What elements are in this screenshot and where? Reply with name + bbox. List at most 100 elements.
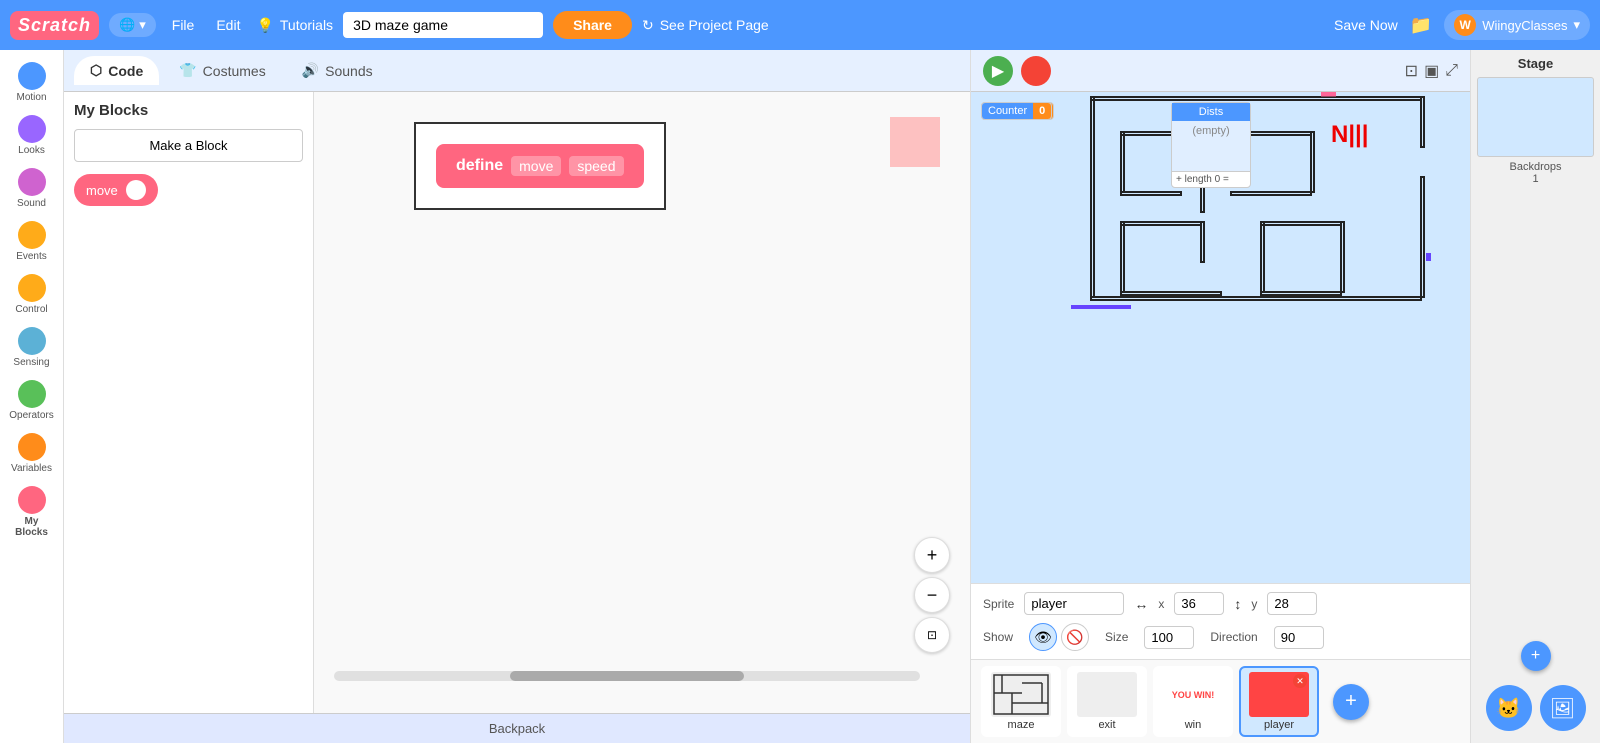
list-footer-value: 0 <box>1215 174 1221 185</box>
sidebar-item-sensing[interactable]: Sensing <box>4 323 60 372</box>
stage-fullscreen-button[interactable]: ⤢ <box>1445 61 1458 81</box>
sprite-item-player-img: ✕ <box>1249 672 1309 717</box>
file-menu[interactable]: File <box>166 13 201 37</box>
sprite-item-player[interactable]: ✕ player <box>1239 666 1319 737</box>
y-icon: ↕ <box>1234 596 1241 612</box>
sprite-item-maze[interactable]: maze <box>981 666 1061 737</box>
sidebar-item-sound[interactable]: Sound <box>4 164 60 213</box>
project-name-input[interactable] <box>343 12 543 38</box>
size-input[interactable] <box>1144 626 1194 649</box>
sound-circle <box>18 168 46 196</box>
add-backdrop-fab[interactable]: 🖼 <box>1540 685 1586 731</box>
tab-costumes[interactable]: 👕 Costumes <box>163 56 281 85</box>
blocks-panel-title: My Blocks <box>74 102 303 119</box>
stop-button[interactable] <box>1021 56 1051 86</box>
sprite-item-win[interactable]: YOU WIN! win <box>1153 666 1233 737</box>
define-block[interactable]: define move speed <box>436 144 644 188</box>
maze-decoration: N||| <box>1331 121 1368 148</box>
stage-panel: Stage Backdrops 1 + 🐱 🖼 <box>1470 50 1600 743</box>
code-tab-icon: ⬡ <box>90 62 102 79</box>
control-label: Control <box>15 304 47 315</box>
code-canvas[interactable]: define move speed + − ⊡ <box>314 92 970 713</box>
canvas-scrollbar[interactable] <box>334 671 920 681</box>
folder-button[interactable]: 📁 <box>1410 15 1432 36</box>
sprite-item-exit-img <box>1077 672 1137 717</box>
speed-arg: speed <box>569 156 623 176</box>
add-sprite-area: + <box>1333 666 1369 737</box>
sprite-list-items: maze exit YOU WIN! win <box>971 660 1470 743</box>
see-project-label: See Project Page <box>660 17 769 33</box>
tab-sounds[interactable]: 🔊 Sounds <box>286 56 389 85</box>
sidebar-item-events[interactable]: Events <box>4 217 60 266</box>
sidebar-item-operators[interactable]: Operators <box>4 376 60 425</box>
add-sprite-button[interactable]: + <box>1333 684 1369 720</box>
user-chevron: ▾ <box>1573 17 1580 33</box>
edit-menu[interactable]: Edit <box>210 13 246 37</box>
stage-area: ▶ ⊡ ▣ ⤢ <box>970 50 1470 743</box>
show-visible-button[interactable]: 👁 <box>1029 623 1057 651</box>
sprite-item-maze-img <box>991 672 1051 717</box>
x-icon: ↔ <box>1134 596 1148 612</box>
my-blocks-circle <box>18 486 46 514</box>
backpack-label: Backpack <box>489 721 545 736</box>
stage-medium-button[interactable]: ▣ <box>1424 61 1439 81</box>
custom-block-move[interactable]: move <box>74 174 158 206</box>
monitor-counter-name: Counter <box>982 103 1033 119</box>
sidebar-item-control[interactable]: Control <box>4 270 60 319</box>
size-label: Size <box>1105 630 1128 644</box>
sprite-label: Sprite <box>983 597 1014 611</box>
define-block-container: define move speed <box>414 122 666 210</box>
user-name: WiingyClasses <box>1482 18 1567 33</box>
scratch-logo[interactable]: Scratch <box>10 11 99 40</box>
sprite-delete-button[interactable]: ✕ <box>1293 674 1307 688</box>
green-flag-button[interactable]: ▶ <box>983 56 1013 86</box>
define-label: define <box>456 157 503 175</box>
show-hidden-button[interactable]: 🚫 <box>1061 623 1089 651</box>
tutorials-icon: 💡 <box>256 17 273 34</box>
save-now-button[interactable]: Save Now <box>1334 17 1398 33</box>
add-sprite-fab[interactable]: 🐱 <box>1486 685 1532 731</box>
sounds-tab-label: Sounds <box>325 63 372 79</box>
backdrops-info: Backdrops 1 <box>1477 161 1594 185</box>
stage-small-button[interactable]: ⊡ <box>1405 61 1418 81</box>
content-area: My Blocks Make a Block move define move … <box>64 92 970 713</box>
see-project-button[interactable]: ↻ See Project Page <box>642 17 769 34</box>
sprite-item-player-name: player <box>1245 719 1313 731</box>
globe-icon: 🌐 <box>119 17 135 33</box>
list-monitor-body: (empty) <box>1172 121 1250 171</box>
sidebar-item-variables[interactable]: Variables <box>4 429 60 478</box>
share-button[interactable]: Share <box>553 11 632 39</box>
show-label: Show <box>983 630 1013 644</box>
sidebar-item-looks[interactable]: Looks <box>4 111 60 160</box>
user-avatar: W <box>1454 14 1476 36</box>
pill-toggle <box>126 180 146 200</box>
globe-chevron: ▾ <box>139 17 146 33</box>
stage-controls: ▶ ⊡ ▣ ⤢ <box>971 50 1470 92</box>
list-footer-equals: = <box>1223 174 1229 185</box>
sprite-name-input[interactable] <box>1024 592 1124 615</box>
zoom-out-button[interactable]: − <box>914 577 950 613</box>
direction-input[interactable] <box>1274 626 1324 649</box>
custom-block-label: move <box>86 183 118 198</box>
sidebar-item-motion[interactable]: Motion <box>4 58 60 107</box>
tutorials-button[interactable]: 💡 Tutorials <box>256 17 333 34</box>
globe-button[interactable]: 🌐 ▾ <box>109 13 156 37</box>
playback-controls: ▶ <box>983 56 1051 86</box>
topbar-right: Save Now 📁 W WiingyClasses ▾ <box>1334 10 1590 40</box>
maze-sprite-svg <box>992 673 1050 716</box>
y-input[interactable] <box>1267 592 1317 615</box>
zoom-fit-button[interactable]: ⊡ <box>914 617 950 653</box>
add-backdrop-area: + <box>1477 641 1594 679</box>
sprite-item-exit[interactable]: exit <box>1067 666 1147 737</box>
tab-code[interactable]: ⬡ Code <box>74 56 159 85</box>
scroll-thumb <box>510 671 744 681</box>
zoom-in-button[interactable]: + <box>914 537 950 573</box>
add-backdrop-button[interactable]: + <box>1521 641 1551 671</box>
user-badge[interactable]: W WiingyClasses ▾ <box>1444 10 1590 40</box>
x-input[interactable] <box>1174 592 1224 615</box>
backpack[interactable]: Backpack <box>64 713 970 743</box>
make-block-button[interactable]: Make a Block <box>74 129 303 162</box>
costumes-tab-label: Costumes <box>203 63 266 79</box>
sidebar-item-my-blocks[interactable]: My Blocks <box>4 482 60 542</box>
tutorials-label: Tutorials <box>280 17 333 33</box>
